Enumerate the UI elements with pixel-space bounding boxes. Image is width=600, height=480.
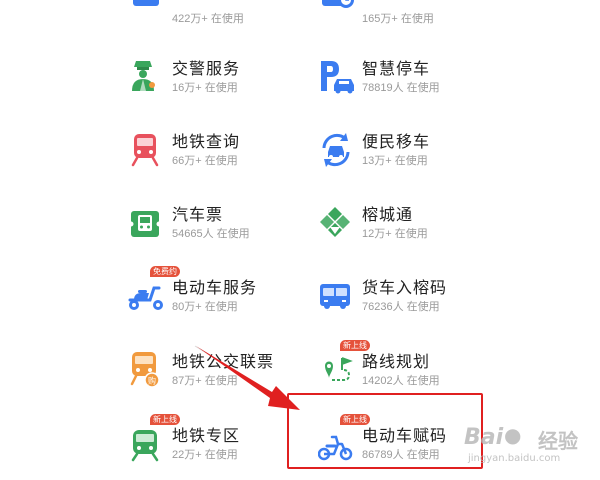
service-usage: 78819人 在使用	[362, 82, 440, 94]
service-usage: 16万+ 在使用	[172, 82, 238, 94]
service-route-plan[interactable]: 新上线 路线规划 14202人 在使用	[318, 340, 578, 408]
svg-text:购: 购	[148, 376, 156, 386]
services-screen: 422万+ 在使用 165万+ 在使用 交警服务 16万+ 在使用 智慧停车 7…	[0, 0, 600, 480]
service-title: 智慧停车	[362, 61, 431, 78]
service-smart-parking[interactable]: 智慧停车 78819人 在使用	[318, 55, 578, 115]
service-usage: 66万+ 在使用	[172, 155, 238, 167]
bus-ticket-icon	[128, 201, 172, 245]
service-usage: 87万+ 在使用	[172, 375, 238, 387]
service-title: 地铁查询	[172, 134, 241, 151]
service-usage: 422万+ 在使用	[172, 13, 244, 25]
service-title: 便民移车	[362, 134, 431, 151]
service-usage: 13万+ 在使用	[362, 155, 428, 167]
rongcheng-pass-icon	[318, 201, 362, 245]
service-title: 电动车服务	[172, 280, 258, 297]
metro-zone-icon	[128, 422, 172, 466]
service-title: 地铁公交联票	[172, 354, 275, 371]
service-title: 汽车票	[172, 207, 224, 224]
service-usage: 14202人 在使用	[362, 375, 440, 387]
service-usage: 76236人 在使用	[362, 301, 440, 313]
service-title: 交警服务	[172, 61, 241, 78]
car-clock-icon	[318, 0, 362, 30]
service-ebike-code[interactable]: 新上线 电动车赋码 86789人 在使用	[318, 414, 578, 480]
scooter-icon	[128, 274, 172, 318]
route-pin-icon	[318, 348, 362, 392]
service-usage: 86789人 在使用	[362, 449, 440, 461]
service-usage: 12万+ 在使用	[362, 228, 428, 240]
service-usage: 22万+ 在使用	[172, 449, 238, 461]
service-usage: 80万+ 在使用	[172, 301, 238, 313]
service-title: 榕城通	[362, 207, 414, 224]
service-title: 地铁专区	[172, 428, 241, 445]
service-title: 货车入榕码	[362, 280, 448, 297]
service-usage: 165万+ 在使用	[362, 13, 434, 25]
parking-icon	[318, 55, 362, 99]
service-rongcheng-pass[interactable]: 榕城通 12万+ 在使用	[318, 201, 578, 261]
truck-icon	[318, 274, 362, 318]
service-title: 电动车赋码	[362, 428, 448, 445]
service-parking-timer-top[interactable]: 165万+ 在使用	[318, 0, 578, 46]
traffic-police-icon	[128, 55, 172, 99]
service-car-move[interactable]: 便民移车 13万+ 在使用	[318, 128, 578, 188]
service-truck-code[interactable]: 货车入榕码 76236人 在使用	[318, 274, 578, 334]
car-move-icon	[318, 128, 362, 172]
ebike-code-icon	[318, 422, 362, 466]
bus-icon	[128, 0, 172, 30]
service-usage: 54665人 在使用	[172, 228, 250, 240]
metro-ticket-icon: 购	[128, 348, 172, 392]
metro-train-icon	[128, 128, 172, 172]
service-title: 路线规划	[362, 354, 431, 371]
